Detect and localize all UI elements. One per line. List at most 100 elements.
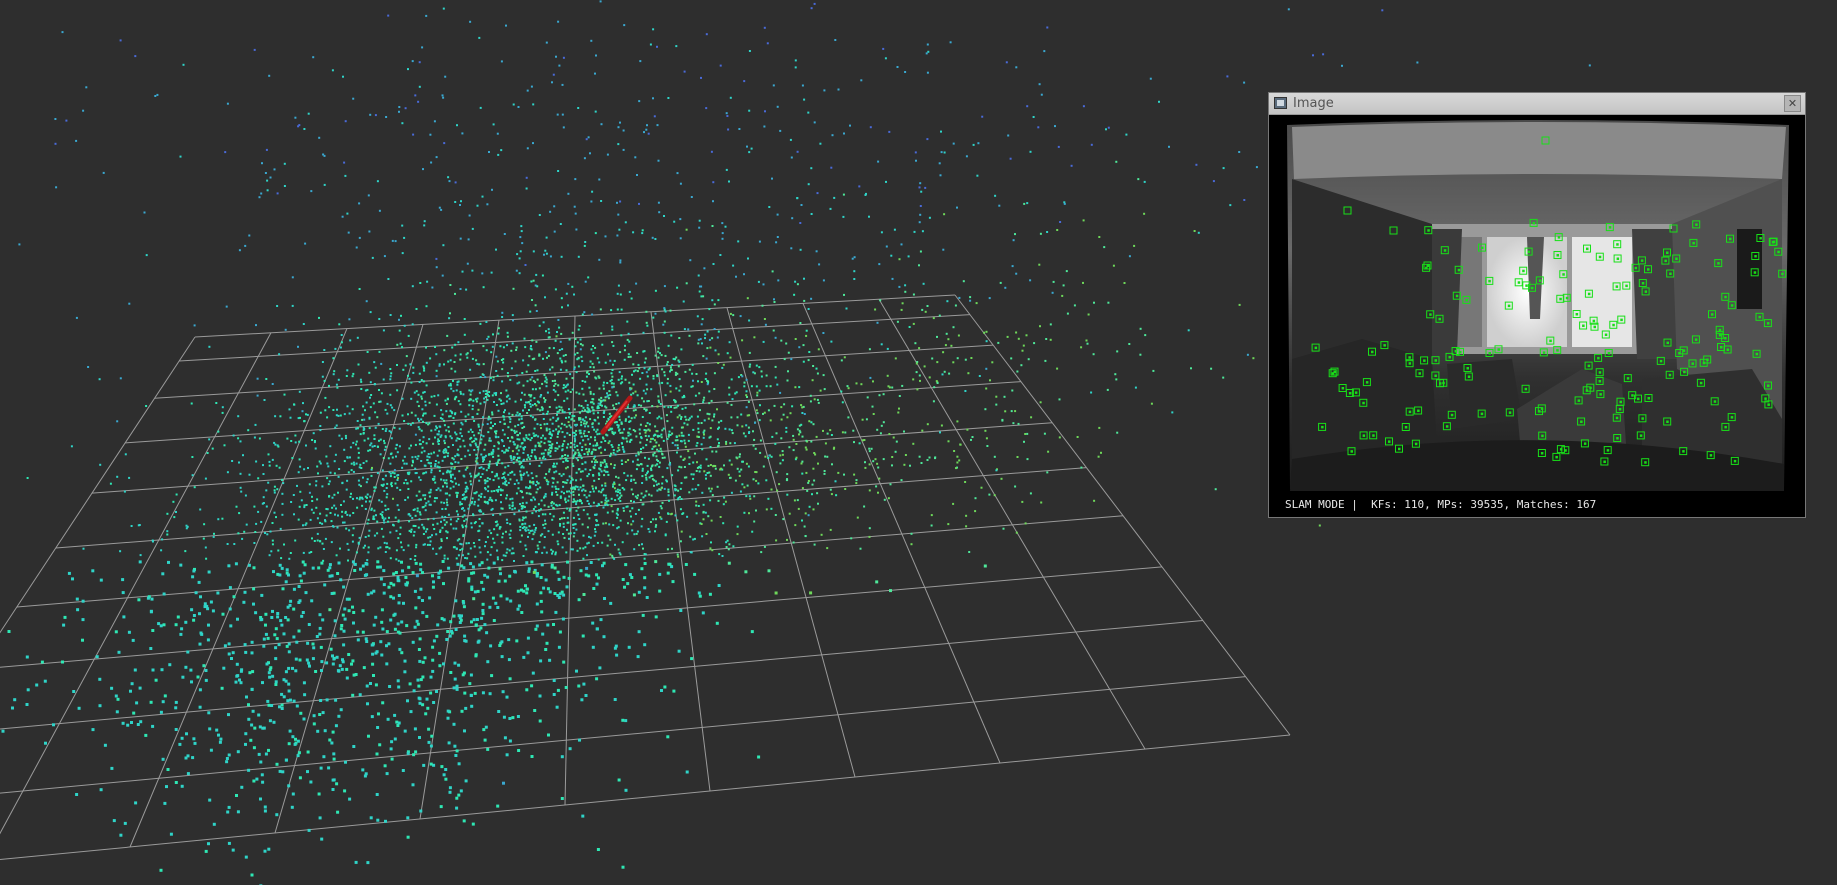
map-point	[445, 498, 448, 501]
map-point	[562, 522, 565, 525]
map-point	[628, 573, 632, 577]
map-point	[559, 518, 561, 521]
map-point	[714, 465, 717, 467]
map-point	[684, 406, 687, 409]
map-point	[486, 575, 490, 579]
map-point	[314, 440, 316, 442]
map-point	[481, 691, 485, 695]
map-point	[683, 395, 686, 398]
map-point	[540, 508, 542, 511]
map-point	[470, 571, 474, 575]
map-point	[461, 554, 464, 557]
map-point	[521, 421, 524, 424]
map-point	[813, 543, 816, 546]
map-point	[535, 340, 538, 343]
map-point	[383, 439, 385, 442]
map-point	[463, 445, 466, 448]
map-point	[342, 500, 345, 503]
map-point	[179, 563, 183, 567]
map-point	[280, 557, 283, 560]
map-point	[657, 347, 660, 350]
map-point	[603, 411, 605, 414]
map-point	[774, 376, 777, 379]
map-point	[507, 658, 511, 662]
map-point	[396, 679, 400, 683]
map-point	[527, 529, 530, 532]
map-point	[643, 553, 646, 555]
map-point	[634, 513, 637, 515]
map-point	[288, 729, 292, 733]
map-point	[484, 482, 487, 485]
map-point	[577, 459, 579, 462]
map-point	[538, 694, 542, 698]
map-point	[449, 473, 452, 476]
map-point	[575, 479, 578, 482]
map-point	[537, 482, 540, 485]
map-point	[530, 499, 533, 502]
map-point	[441, 413, 444, 416]
map-point	[984, 429, 987, 432]
map-point	[393, 472, 396, 475]
map-point	[593, 464, 596, 467]
map-point	[351, 693, 355, 697]
map-point	[581, 313, 584, 316]
map-point	[415, 308, 418, 310]
map-point	[604, 396, 607, 399]
map-point	[558, 405, 561, 408]
map-point	[297, 585, 301, 588]
map-point	[645, 310, 648, 313]
map-point	[541, 513, 544, 516]
map-point	[620, 459, 623, 462]
map-point	[796, 197, 799, 200]
map-point	[824, 455, 827, 458]
map-point	[372, 589, 376, 593]
map-point	[684, 442, 687, 445]
map-point	[475, 618, 479, 621]
map-point	[566, 560, 569, 564]
map-point	[247, 768, 251, 772]
map-point	[176, 615, 180, 619]
map-point	[517, 414, 520, 417]
map-point	[690, 196, 693, 198]
map-point	[456, 124, 458, 127]
map-point	[451, 346, 454, 349]
map-point	[515, 374, 518, 377]
map-point	[743, 381, 746, 384]
map-point	[421, 571, 424, 575]
map-point	[666, 438, 669, 440]
map-point	[501, 536, 504, 539]
map-point	[569, 373, 572, 376]
map-point	[486, 477, 489, 480]
map-point	[539, 486, 542, 489]
map-point	[702, 436, 705, 439]
map-point	[505, 400, 508, 403]
map-point	[414, 433, 417, 436]
map-point	[822, 374, 825, 377]
map-point	[110, 686, 114, 690]
map-point	[842, 215, 845, 218]
map-point	[592, 490, 595, 493]
map-point	[613, 483, 616, 485]
map-point	[306, 641, 310, 645]
map-point	[338, 434, 341, 437]
map-point	[493, 528, 496, 531]
map-point	[440, 409, 443, 412]
map-point	[764, 323, 767, 326]
map-point	[275, 762, 279, 766]
map-point	[630, 393, 633, 396]
map-point	[378, 400, 381, 403]
map-point	[376, 565, 380, 569]
map-point	[220, 686, 224, 690]
map-point	[463, 509, 466, 512]
map-point	[657, 350, 660, 353]
map-point	[633, 405, 636, 408]
map-point	[579, 547, 582, 550]
map-point	[1116, 431, 1119, 434]
map-point	[563, 399, 566, 402]
map-point	[533, 523, 536, 526]
map-point	[630, 576, 634, 579]
map-point	[579, 411, 581, 414]
map-point	[390, 372, 393, 375]
map-point	[645, 371, 648, 374]
map-point	[435, 511, 438, 514]
